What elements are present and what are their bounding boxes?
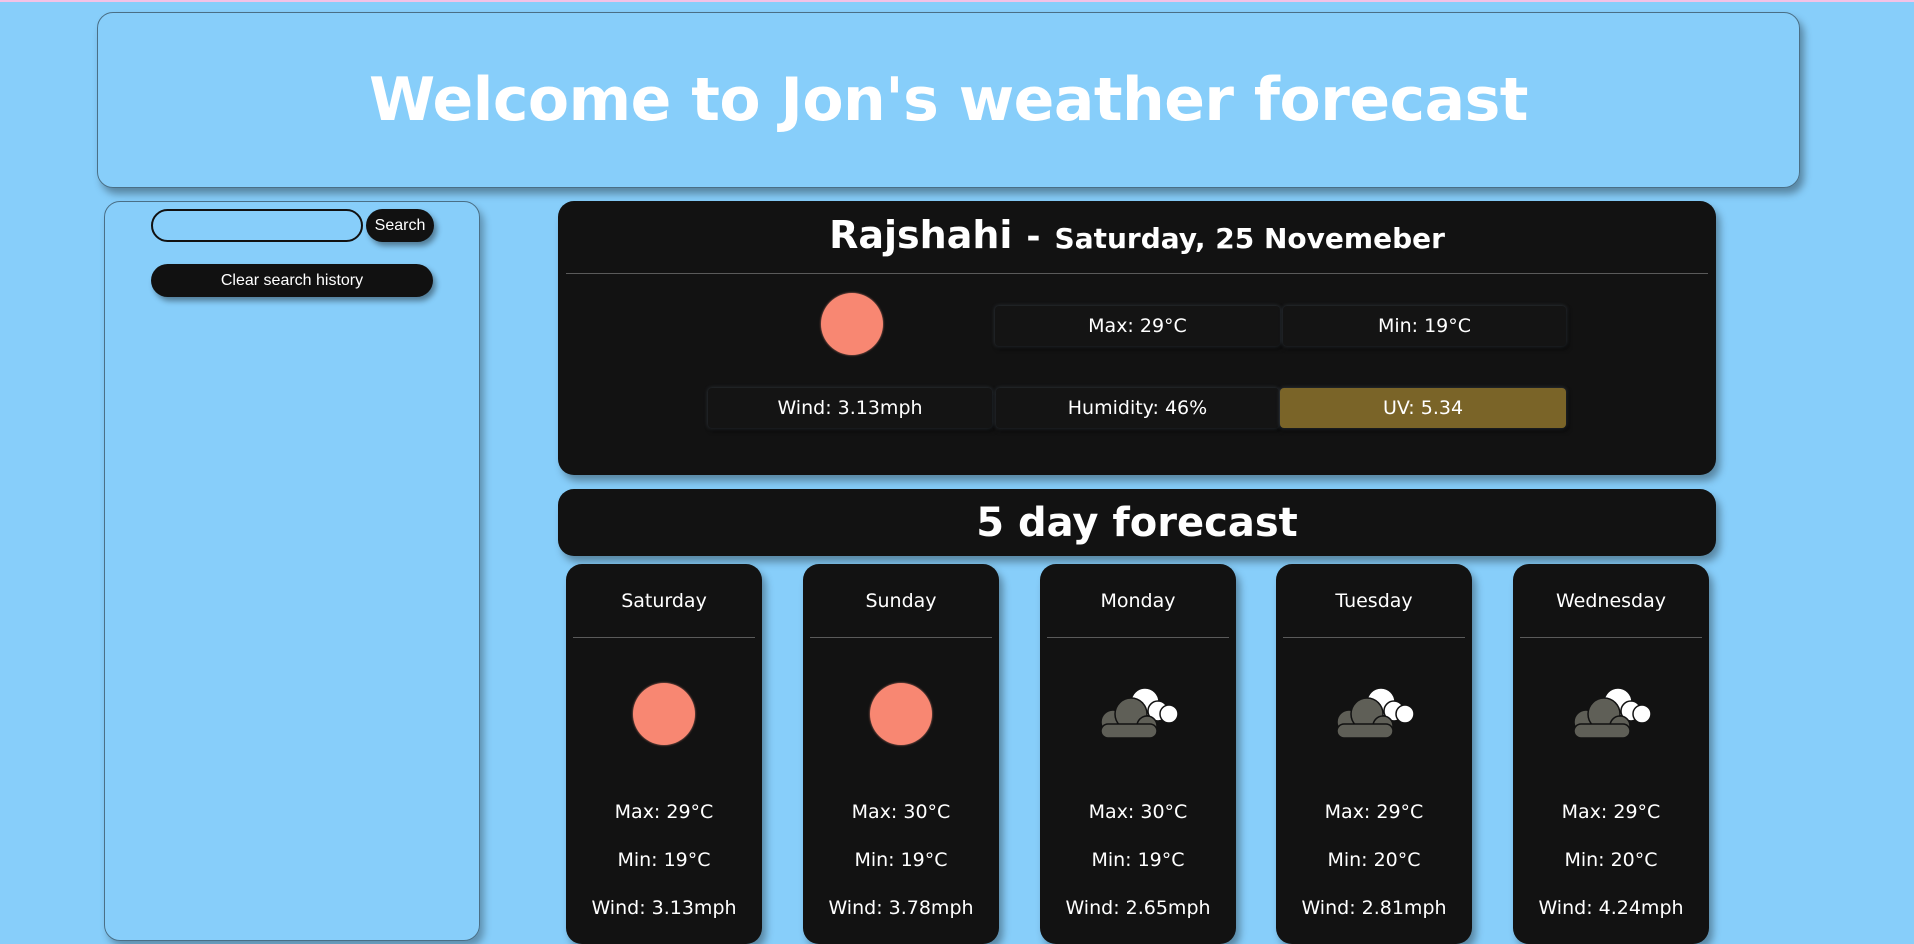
divider (1283, 637, 1465, 638)
sidebar: Search Clear search history (104, 201, 480, 941)
forecast-max-temp: Max: 30°C (851, 801, 951, 823)
search-button[interactable]: Search (366, 209, 434, 242)
forecast-card: Tuesday Max: 29°C Min: 20°C Wind: 2.81mp… (1276, 564, 1472, 944)
forecast-day: Tuesday (1335, 590, 1413, 612)
forecast-min-temp: Min: 20°C (1564, 849, 1658, 871)
search-input[interactable] (151, 209, 363, 242)
divider (810, 637, 992, 638)
forecast-wind: Wind: 3.78mph (828, 897, 974, 919)
current-min-temp: Min: 19°C (1283, 306, 1566, 346)
forecast-min-temp: Min: 19°C (1091, 849, 1185, 871)
top-border-line (0, 0, 1914, 2)
clear-search-history-button[interactable]: Clear search history (151, 264, 433, 297)
current-max-temp: Max: 29°C (995, 306, 1280, 346)
divider (1520, 637, 1702, 638)
forecast-max-temp: Max: 29°C (1561, 801, 1661, 823)
forecast-day: Saturday (621, 590, 707, 612)
forecast-day: Wednesday (1555, 590, 1666, 612)
page-title: Welcome to Jon's weather forecast (369, 65, 1528, 135)
sun-icon (633, 683, 695, 745)
cloud-icon (1336, 687, 1415, 739)
current-wind: Wind: 3.13mph (708, 388, 992, 428)
cloud-icon (1100, 687, 1179, 739)
page-header: Welcome to Jon's weather forecast (97, 12, 1800, 188)
current-date: Saturday, 25 Novemeber (1054, 222, 1445, 255)
forecast-max-temp: Max: 29°C (1324, 801, 1424, 823)
heading-separator: - (1026, 217, 1041, 257)
forecast-min-temp: Min: 20°C (1327, 849, 1421, 871)
forecast-min-temp: Min: 19°C (617, 849, 711, 871)
current-weather-panel: Rajshahi - Saturday, 25 Novemeber Max: 29°… (558, 201, 1716, 475)
divider (1047, 637, 1229, 638)
forecast-min-temp: Min: 19°C (854, 849, 948, 871)
forecast-card: Saturday Max: 29°C Min: 19°C Wind: 3.13m… (566, 564, 762, 944)
divider (566, 273, 1708, 274)
forecast-wind: Wind: 3.13mph (591, 897, 737, 919)
current-heading: Rajshahi - Saturday, 25 Novemeber (558, 213, 1716, 257)
cloud-icon (1573, 687, 1652, 739)
forecast-title: 5 day forecast (558, 489, 1716, 556)
forecast-wind: Wind: 4.24mph (1538, 897, 1684, 919)
forecast-max-temp: Max: 29°C (614, 801, 714, 823)
current-humidity: Humidity: 46% (996, 388, 1279, 428)
sun-icon (821, 293, 883, 355)
forecast-card: Monday Max: 30°C Min: 19°C Wind: 2.65mph (1040, 564, 1236, 944)
city-name: Rajshahi (829, 213, 1013, 257)
forecast-day: Sunday (865, 590, 937, 612)
current-uv-index: UV: 5.34 (1280, 388, 1566, 428)
forecast-max-temp: Max: 30°C (1088, 801, 1188, 823)
divider (573, 637, 755, 638)
forecast-wind: Wind: 2.65mph (1065, 897, 1211, 919)
forecast-wind: Wind: 2.81mph (1301, 897, 1447, 919)
forecast-card: Sunday Max: 30°C Min: 19°C Wind: 3.78mph (803, 564, 999, 944)
forecast-card: Wednesday Max: 29°C Min: 20°C Wind: 4.24… (1513, 564, 1709, 944)
sun-icon (870, 683, 932, 745)
forecast-day: Monday (1100, 590, 1176, 612)
